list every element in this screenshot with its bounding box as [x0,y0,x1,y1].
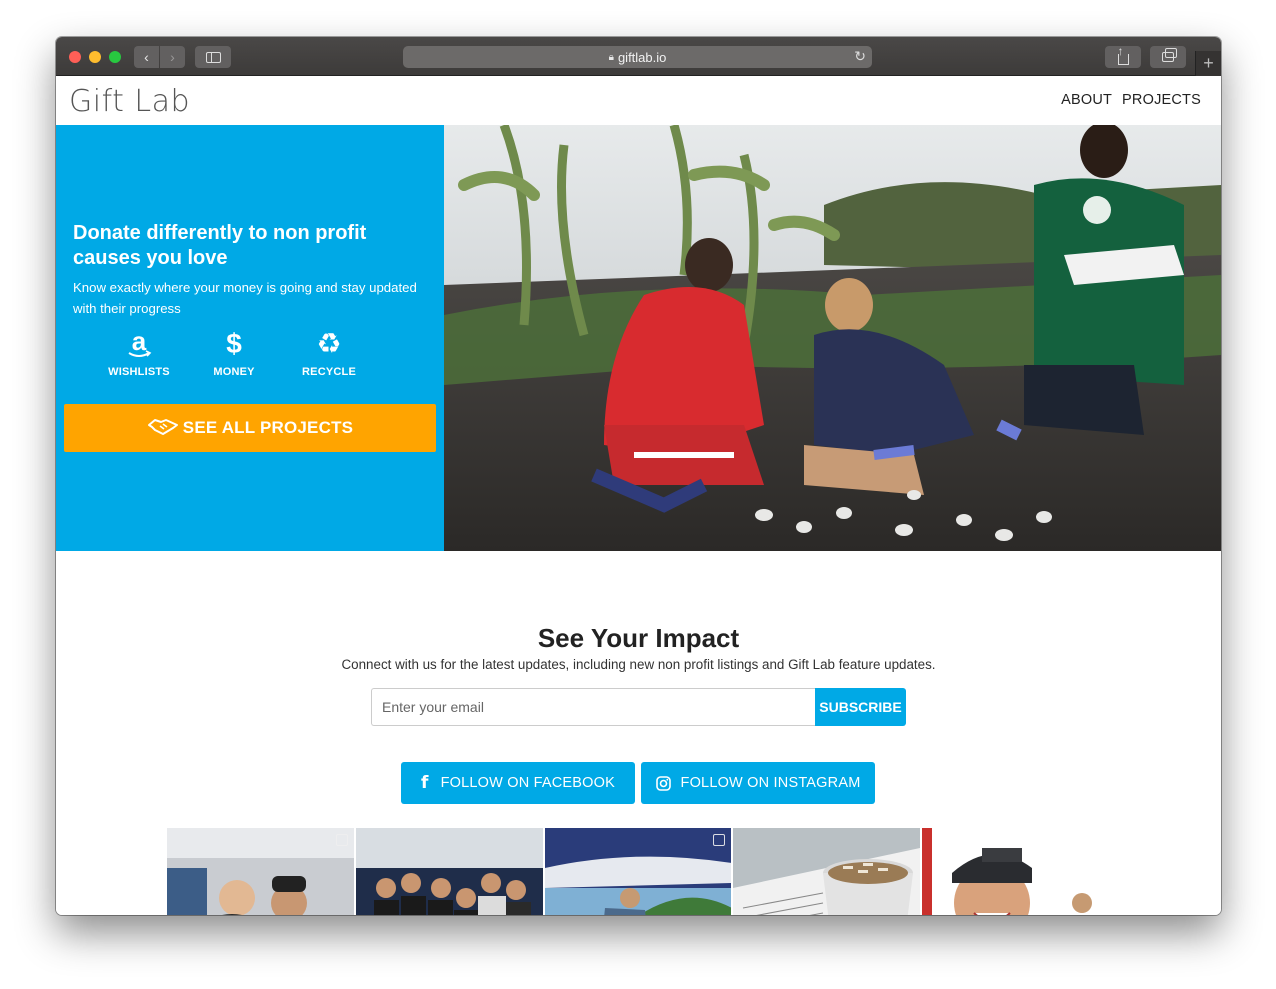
impact-title: See Your Impact [537,623,740,653]
feature-label: WISHLISTS [108,366,170,378]
lock-icon: 🔒︎ [608,51,614,63]
impact-subtitle: Connect with us for the latest updates, … [341,657,936,672]
recycle-icon: ♻ [316,327,342,360]
subscribe-button[interactable]: SUBSCRIBE [815,688,906,726]
follow-instagram-label: FOLLOW ON INSTAGRAM [680,775,861,791]
hero-title: Donate differently to non profit causes … [73,222,367,269]
nav-projects-link[interactable]: PROJECTS [1122,92,1201,108]
follow-facebook-button[interactable]: f FOLLOW ON FACEBOOK [401,762,635,804]
tab-overview-button[interactable] [1150,46,1186,68]
address-bar[interactable]: 🔒︎ giftlab.io ↻ [403,46,872,68]
back-button[interactable]: ‹ [134,46,159,68]
follow-facebook-label: FOLLOW ON FACEBOOK [440,775,616,791]
gallery-photo[interactable] [733,828,921,915]
cta-label: SEE ALL PROJECTS [182,418,354,437]
gallery-photo[interactable] [167,828,354,915]
handshake-icon [147,417,179,442]
zoom-window-button[interactable] [109,51,121,63]
dollar-icon: $ [226,328,242,359]
minimize-window-button[interactable] [89,51,101,63]
see-all-projects-button[interactable]: SEE ALL PROJECTS [64,404,436,452]
email-signup-form: SUBSCRIBE [371,688,906,726]
nav-about-link[interactable]: ABOUT [1061,92,1112,108]
sidebar-toggle-button[interactable] [195,46,231,68]
instagram-gallery [167,828,1109,915]
follow-instagram-button[interactable]: FOLLOW ON INSTAGRAM [641,762,875,804]
feature-wishlists: a WISHLISTS [99,326,179,378]
browser-toolbar: ‹ › 🔒︎ giftlab.io ↻ + [56,37,1221,76]
site-logo[interactable]: Gift Lab [69,84,190,119]
feature-list: a WISHLISTS $ MONEY ♻ RECYCLE [96,326,396,379]
chevron-right-icon: › [170,49,175,65]
svg-text:a: a [132,328,147,356]
feature-money: $ MONEY [194,328,274,378]
hero-section: Donate differently to non profit causes … [56,125,1221,551]
main-nav: ABOUT PROJECTS [1061,92,1201,108]
feature-label: MONEY [213,366,255,378]
multiple-photos-icon [335,834,348,846]
amazon-icon: a [99,326,179,360]
chevron-left-icon: ‹ [144,49,149,65]
feature-label: RECYCLE [302,366,356,378]
share-button[interactable] [1105,44,1141,68]
feature-recycle: ♻ RECYCLE [289,327,369,379]
forward-button[interactable]: › [160,46,185,68]
facebook-icon: f [420,773,429,793]
address-url: giftlab.io [617,49,667,65]
instagram-icon [655,775,671,791]
site-header: Gift Lab ABOUT PROJECTS [56,76,1221,125]
tabs-icon [1162,48,1177,62]
hero-panel: Donate differently to non profit causes … [56,125,444,551]
share-icon [1117,44,1129,65]
new-tab-button[interactable]: + [1195,51,1221,76]
gallery-photo[interactable] [544,828,732,915]
close-window-button[interactable] [69,51,81,63]
multiple-photos-icon [713,834,726,846]
web-page: Gift Lab ABOUT PROJECTS Donate different… [56,76,1221,915]
hero-photo [444,125,1221,551]
reload-icon[interactable]: ↻ [854,48,866,65]
hero-subtitle: Know exactly where your money is going a… [73,280,417,316]
gallery-photo[interactable] [922,828,1109,915]
sidebar-icon [205,51,221,63]
email-input[interactable] [371,688,815,726]
browser-window: ‹ › 🔒︎ giftlab.io ↻ + Gift Lab ABOUT PRO… [56,37,1221,915]
gallery-photo[interactable] [355,828,543,915]
